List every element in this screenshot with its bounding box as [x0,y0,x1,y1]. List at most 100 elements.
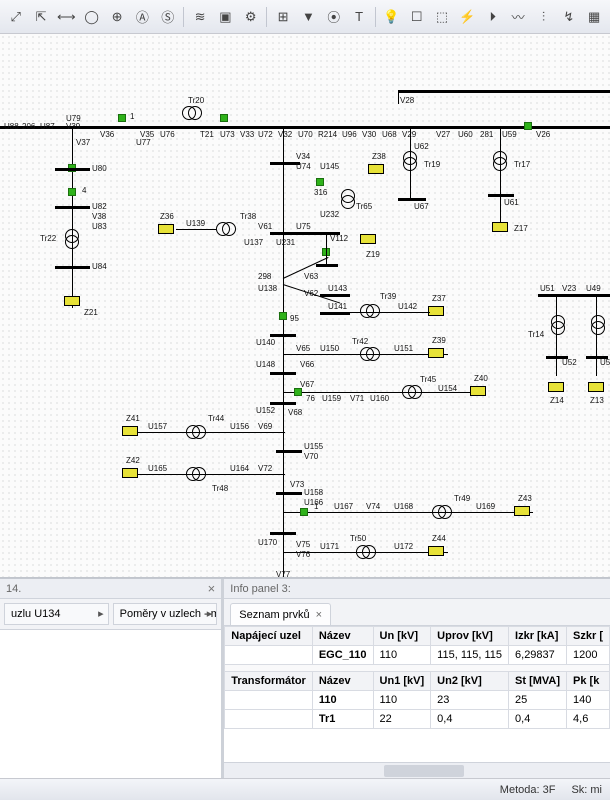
tool-icon[interactable]: ⟷ [55,5,78,29]
bus-line[interactable] [538,294,610,297]
wire[interactable] [176,229,216,230]
transformer-icon[interactable] [186,425,206,439]
load-icon[interactable] [428,546,444,556]
tool-icon[interactable]: ↯ [557,5,580,29]
node-marker[interactable] [279,312,287,320]
load-icon[interactable] [588,382,604,392]
tool-icon[interactable]: ⊕ [105,5,128,29]
transformer-icon[interactable] [402,385,422,399]
tool-icon[interactable]: 💡 [380,5,403,29]
load-icon[interactable] [158,224,174,234]
tool-icon[interactable]: ⇱ [29,5,52,29]
scroll-thumb[interactable] [384,765,464,777]
wire[interactable] [72,128,73,308]
load-icon[interactable] [122,426,138,436]
table-row[interactable]: Tr1 22 0,4 0,4 4,6 [225,710,610,729]
load-icon[interactable] [428,306,444,316]
transformer-icon[interactable] [341,189,355,209]
load-icon[interactable] [470,386,486,396]
bus-line[interactable] [55,206,90,209]
table-row[interactable]: EGC_110 110 115, 115, 115 6,29837 1200 [225,646,610,665]
wire[interactable] [500,128,501,228]
bus-line[interactable] [270,372,296,375]
tool-icon[interactable]: ▣ [214,5,237,29]
tool-icon[interactable]: ⚡ [456,5,479,29]
close-icon[interactable]: × [208,581,216,596]
tool-icon[interactable]: ◯ [80,5,103,29]
transformer-icon[interactable] [360,304,380,318]
tool-icon[interactable]: ⬚ [430,5,453,29]
tool-icon[interactable]: ⚙ [239,5,262,29]
bus-line[interactable] [320,312,350,315]
horizontal-scrollbar[interactable] [224,762,610,778]
load-icon[interactable] [492,222,508,232]
transformer-icon[interactable] [591,315,605,335]
tool-icon[interactable]: ⤢ [4,5,27,29]
bus-line[interactable] [270,402,296,405]
load-icon[interactable] [514,506,530,516]
wire[interactable] [130,432,285,433]
table-header[interactable]: Uprov [kV] [431,627,509,646]
transformer-icon[interactable] [182,106,202,120]
bus-line[interactable] [0,126,610,129]
filter-dropdown-a[interactable]: uzlu U134 [4,603,109,625]
bus-line[interactable] [270,334,296,337]
tool-icon[interactable]: ☐ [405,5,428,29]
node-marker[interactable] [220,114,228,122]
bus-line[interactable] [398,198,426,201]
table-header[interactable]: Pk [k [567,672,610,691]
wire[interactable] [283,512,533,513]
node-marker[interactable] [294,388,302,396]
transformer-icon[interactable] [551,315,565,335]
load-icon[interactable] [122,468,138,478]
schematic-canvas[interactable]: Tr20 1 U88 206 U87 U79 V39 V36 V35 U76 T… [0,34,610,578]
table-header[interactable]: Un2 [kV] [431,672,509,691]
transformer-icon[interactable] [432,505,452,519]
load-icon[interactable] [360,234,376,244]
wire[interactable] [350,312,430,313]
transformer-icon[interactable] [216,222,236,236]
transformer-icon[interactable] [65,229,79,249]
table-header[interactable]: Transformátor [225,672,313,691]
tool-icon[interactable]: ▼ [297,5,320,29]
node-marker[interactable] [316,178,324,186]
transformer-icon[interactable] [493,151,507,171]
bus-line[interactable] [316,264,338,267]
tool-icon[interactable]: ⫶ [532,5,555,29]
wire[interactable] [283,128,284,578]
bus-line[interactable] [55,168,90,171]
bus-line[interactable] [55,266,90,269]
tool-icon[interactable]: ≋ [188,5,211,29]
wire[interactable] [556,296,557,376]
load-icon[interactable] [548,382,564,392]
transformer-icon[interactable] [186,467,206,481]
table-header[interactable]: St [MVA] [509,672,567,691]
tool-text-icon[interactable]: T [347,5,370,29]
tab-element-list[interactable]: Seznam prvků × [230,603,331,625]
transformer-icon[interactable] [360,347,380,361]
tool-icon[interactable]: ⏵ [481,5,504,29]
table-header[interactable]: Izkr [kA] [509,627,567,646]
table-header[interactable]: Název [312,672,373,691]
table-row[interactable]: 110 110 23 25 140 [225,691,610,710]
tab-close-icon[interactable]: × [316,609,322,621]
filter-dropdown-b[interactable]: Poměry v uzlech - mir [113,603,218,625]
node-marker[interactable] [300,508,308,516]
transformer-icon[interactable] [356,545,376,559]
load-icon[interactable] [368,164,384,174]
node-marker[interactable] [118,114,126,122]
table-header[interactable]: Un [kV] [373,627,431,646]
wire[interactable] [398,92,399,104]
bus-line[interactable] [488,194,514,197]
transformer-icon[interactable] [403,151,417,171]
bus-line[interactable] [270,532,296,535]
node-marker[interactable] [524,122,532,130]
table-header[interactable]: Název [312,627,373,646]
bus-line[interactable] [398,90,610,93]
wire[interactable] [596,296,597,376]
tool-icon[interactable]: Ⓢ [156,5,179,29]
table-header[interactable]: Un1 [kV] [373,672,431,691]
bus-line[interactable] [276,492,302,495]
load-icon[interactable] [64,296,80,306]
tool-icon[interactable]: 〰 [506,5,529,29]
